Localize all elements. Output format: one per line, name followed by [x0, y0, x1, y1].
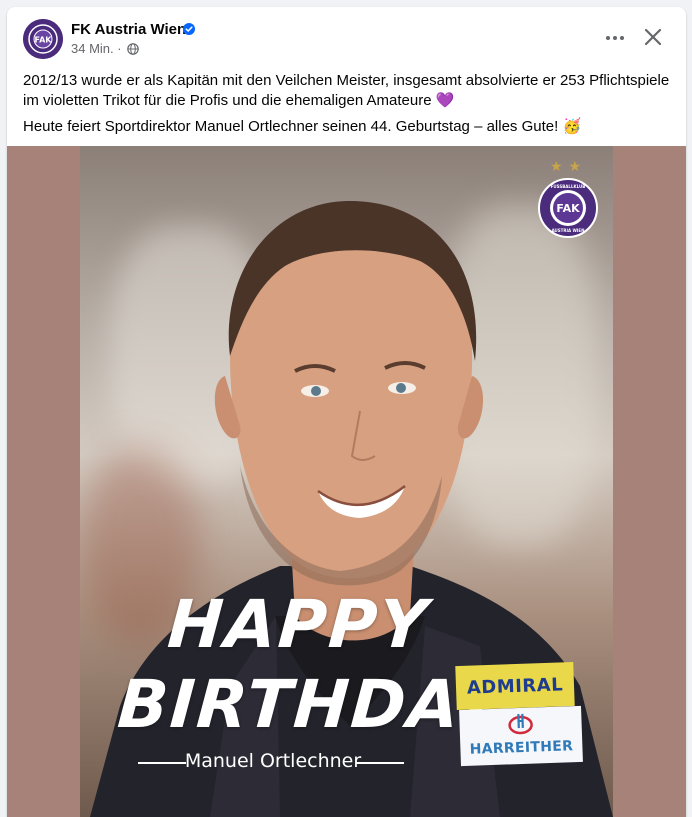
crest-text-bottom: AUSTRIA WIEN [552, 228, 585, 233]
sponsor-admiral-patch: ADMIRAL [455, 661, 575, 711]
verified-badge-icon [183, 23, 195, 35]
svg-text:FAK: FAK [35, 36, 53, 45]
celebrant-name: Manuel Ortlechner [184, 750, 362, 772]
post-text-paragraph-2: Heute feiert Sportdirektor Manuel Ortlec… [23, 118, 582, 135]
post-card: FAK FK Austria Wien 34 Min. · 2012/13 wu… [7, 7, 686, 817]
post-header: FAK FK Austria Wien 34 Min. · [7, 7, 686, 67]
championship-stars: ★★ [550, 158, 588, 174]
crest-text-top: FUSSBALLKLUB [551, 184, 586, 189]
club-crest-icon: FAK FUSSBALLKLUB AUSTRIA WIEN [538, 178, 598, 238]
happy-headline: HAPPY [165, 586, 432, 663]
more-options-icon [606, 36, 624, 40]
post-meta: 34 Min. · [71, 41, 140, 56]
post-image[interactable]: ★★ FAK FUSSBALLKLUB AUSTRIA WIEN HAPPY B… [7, 146, 686, 817]
birthday-headline: BIRTHDAY [115, 666, 506, 743]
sponsor-harreither-text: HARREITHER [469, 738, 574, 758]
name-rule-right [356, 762, 404, 764]
crest-letters: FAK [556, 202, 580, 215]
post-text-paragraph-1: 2012/13 wurde er als Kapitän mit den Vei… [23, 72, 670, 109]
birthday-graphic: ★★ FAK FUSSBALLKLUB AUSTRIA WIEN HAPPY B… [80, 146, 613, 817]
post-timestamp[interactable]: 34 Min. [71, 41, 114, 56]
harreither-logo-icon [508, 713, 533, 735]
globe-icon[interactable] [127, 43, 140, 55]
sponsor-harreither-patch: HARREITHER [459, 705, 583, 767]
page-name-link[interactable]: FK Austria Wien [71, 21, 186, 38]
page-avatar[interactable]: FAK [23, 19, 63, 59]
more-options-button[interactable] [603, 26, 627, 50]
club-crest-icon: FAK [23, 19, 63, 59]
close-button[interactable] [641, 25, 665, 49]
meta-separator: · [117, 41, 122, 56]
close-icon [644, 28, 662, 46]
